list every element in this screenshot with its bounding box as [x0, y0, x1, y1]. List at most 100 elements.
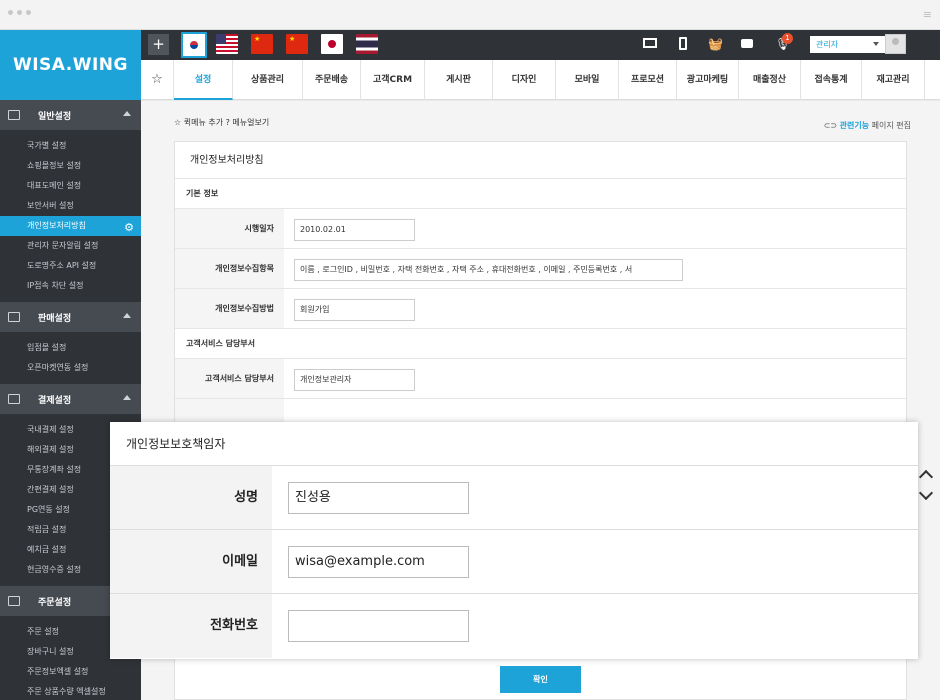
chevron-up-icon[interactable] — [918, 469, 934, 485]
tab-orders[interactable]: 주문배송 — [303, 60, 361, 100]
dialog-row: 전화번호 — [110, 594, 918, 658]
sidebar-item-privacy-policy[interactable]: 개인정보처리방침 ⚙ — [0, 216, 141, 236]
quick-menu-bar: ☆ 퀵메뉴 추가 ? 메뉴얼보기 — [174, 117, 269, 128]
chevron-up-icon[interactable] — [123, 111, 131, 116]
phone-field[interactable] — [288, 610, 469, 642]
sidebar-section-general[interactable]: 일반설정 — [0, 100, 141, 130]
scroll-arrows — [918, 466, 935, 506]
cs-department-input[interactable]: 개인정보관리자 — [294, 369, 415, 391]
mobile-icon[interactable] — [679, 37, 687, 50]
name-field[interactable]: 진성용 — [288, 482, 469, 514]
main-nav: ☆ 설정 상품관리 주문배송 고객CRM 게시판 디자인 모바일 프로모션 광고… — [141, 60, 940, 100]
document-icon — [8, 596, 20, 606]
form-row: 개인정보수집방법 회원가입 — [175, 289, 906, 329]
monitor-icon[interactable] — [643, 38, 657, 48]
sidebar-item[interactable]: 국가별 설정 — [0, 136, 141, 156]
avatar[interactable] — [885, 34, 906, 54]
page-title: 개인정보처리방침 — [175, 142, 906, 179]
star-icon[interactable]: ☆ — [174, 118, 181, 127]
window-icon — [8, 110, 20, 120]
usa-flag-icon[interactable] — [216, 34, 238, 54]
tab-mobile[interactable]: 모바일 — [556, 60, 619, 100]
sidebar-item-label: 개인정보처리방침 — [27, 221, 86, 230]
china-flag-icon[interactable] — [251, 34, 273, 54]
tab-board[interactable]: 게시판 — [425, 60, 493, 100]
japan-flag-icon[interactable] — [321, 34, 343, 54]
user-role-value: 관리자 — [816, 40, 839, 49]
collection-method-input[interactable]: 회원가입 — [294, 299, 415, 321]
effective-date-input[interactable]: 2010.02.01 — [294, 219, 415, 241]
tab-sales[interactable]: 매출정산 — [739, 60, 801, 100]
window-dot — [26, 10, 31, 15]
confirm-button[interactable]: 확인 — [500, 666, 581, 693]
add-quick-menu-link[interactable]: 퀵메뉴 추가 — [184, 118, 223, 127]
dialog-title: 개인정보보호책임자 — [110, 422, 918, 466]
user-role-select[interactable]: 관리자 — [810, 36, 885, 53]
tab-inventory[interactable]: 재고관리 — [862, 60, 925, 100]
tab-stats[interactable]: 접속통계 — [801, 60, 862, 100]
sidebar-item[interactable]: 입점몰 설정 — [0, 338, 141, 358]
tab-products[interactable]: 상품관리 — [233, 60, 303, 100]
chevron-down-icon[interactable] — [918, 485, 934, 501]
field-label: 이메일 — [110, 530, 272, 593]
sidebar-item[interactable]: 주문정보엑셀 설정 — [0, 662, 141, 682]
chevron-down-icon — [873, 42, 879, 46]
tab-design[interactable]: 디자인 — [493, 60, 556, 100]
window-dots — [8, 10, 31, 15]
section-heading: 기본 정보 — [175, 179, 906, 209]
field-label: 전화번호 — [110, 594, 272, 658]
sidebar-item[interactable]: 오픈마켓연동 설정 — [0, 358, 141, 378]
dialog-row: 이메일 wisa@example.com — [110, 530, 918, 594]
page-edit-link[interactable]: 페이지 편집 — [872, 121, 911, 130]
dialog-row: 성명 진성용 — [110, 466, 918, 530]
wallet-icon — [8, 394, 20, 404]
hamburger-menu-icon[interactable]: ≡ — [923, 8, 932, 21]
sidebar-item[interactable]: 관리자 문자알림 설정 — [0, 236, 141, 256]
gear-icon[interactable]: ⚙ — [124, 218, 134, 238]
tab-promotion[interactable]: 프로모션 — [619, 60, 677, 100]
field-label: 성명 — [110, 466, 272, 529]
add-button[interactable]: + — [148, 34, 169, 55]
view-manual-link[interactable]: 메뉴얼보기 — [232, 118, 269, 127]
chevron-up-icon[interactable] — [123, 313, 131, 318]
sidebar-item[interactable]: IP접속 차단 설정 — [0, 276, 141, 296]
sidebar-item[interactable]: 주문 상품수량 엑셀설정 — [0, 682, 141, 700]
sidebar-section-title: 주문설정 — [38, 597, 72, 608]
form-row: 개인정보수집항목 이름 , 로그인ID , 비밀번호 , 자택 전화번호 , 자… — [175, 249, 906, 289]
sidebar-item[interactable]: 쇼핑몰정보 설정 — [0, 156, 141, 176]
window-dot — [8, 10, 13, 15]
sidebar-section-items: 국가별 설정 쇼핑몰정보 설정 대표도메인 설정 보안서버 설정 개인정보처리방… — [0, 130, 141, 302]
thailand-flag-icon[interactable] — [356, 34, 378, 54]
nav-tabs: 설정 상품관리 주문배송 고객CRM 게시판 디자인 모바일 프로모션 광고마케… — [174, 60, 925, 100]
help-icon[interactable]: ? — [226, 118, 230, 127]
sidebar-section-title: 결제설정 — [38, 395, 72, 406]
logo[interactable]: WISA.WING — [0, 30, 141, 100]
email-field[interactable]: wisa@example.com — [288, 546, 469, 578]
section-heading: 고객서비스 담당부서 — [175, 329, 906, 359]
related-features-link[interactable]: 관련기능 — [840, 121, 869, 130]
field-label: 개인정보수집방법 — [175, 289, 284, 328]
sidebar-item[interactable]: 도로명주소 API 설정 — [0, 256, 141, 276]
star-icon[interactable]: ☆ — [141, 60, 174, 100]
tab-crm[interactable]: 고객CRM — [361, 60, 425, 100]
sidebar-section-payment[interactable]: 결제설정 — [0, 384, 141, 414]
tab-marketing[interactable]: 광고마케팅 — [677, 60, 739, 100]
form-row: 고객서비스 담당부서 개인정보관리자 — [175, 359, 906, 399]
sidebar-item[interactable]: 보안서버 설정 — [0, 196, 141, 216]
browser-chrome: ≡ — [0, 0, 940, 30]
collected-items-input[interactable]: 이름 , 로그인ID , 비밀번호 , 자택 전화번호 , 자택 주소 , 휴대… — [294, 259, 683, 281]
sidebar-section-title: 일반설정 — [38, 111, 72, 122]
basket-icon[interactable]: 🧺 — [708, 37, 723, 51]
mail-icon — [8, 312, 20, 322]
chevron-up-icon[interactable] — [123, 395, 131, 400]
chat-icon[interactable] — [741, 39, 753, 48]
korea-flag-icon[interactable] — [181, 32, 207, 58]
privacy-officer-dialog: 개인정보보호책임자 성명 진성용 이메일 wisa@example.com 전화… — [110, 422, 918, 659]
field-label: 고객서비스 담당부서 — [175, 359, 284, 398]
sidebar-section-sales[interactable]: 판매설정 — [0, 302, 141, 332]
china-flag-icon[interactable] — [286, 34, 308, 54]
sidebar-item[interactable]: 대표도메인 설정 — [0, 176, 141, 196]
form-row: 시행일자 2010.02.01 — [175, 209, 906, 249]
tab-settings[interactable]: 설정 — [174, 60, 233, 100]
top-bar: + 🧺 🎙 1 관리자 — [141, 30, 940, 60]
